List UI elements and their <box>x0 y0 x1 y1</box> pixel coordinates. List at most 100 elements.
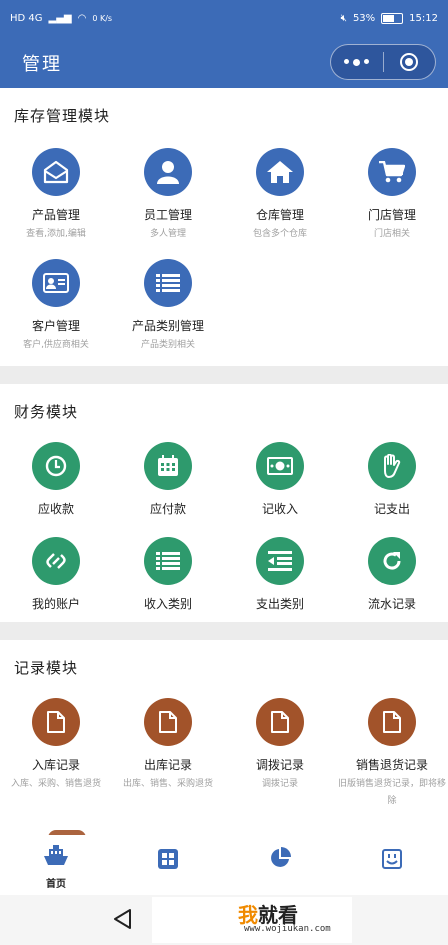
module-label: 销售退货记录 <box>355 758 428 772</box>
battery-percent: 53% <box>352 12 376 24</box>
module-record-income[interactable]: 记收入 <box>224 442 336 537</box>
tab-home[interactable]: 首页 <box>0 835 112 895</box>
module-label: 应收款 <box>37 502 74 516</box>
module-label: 应付款 <box>149 502 186 516</box>
module-label: 入库记录 <box>31 758 80 772</box>
module-label: 记收入 <box>261 502 298 516</box>
back-triangle-icon[interactable] <box>112 908 134 934</box>
list-icon <box>144 259 192 307</box>
module-label: 我的账户 <box>31 597 80 611</box>
section-divider <box>0 366 448 384</box>
module-label: 流水记录 <box>367 597 416 611</box>
module-warehouse-management[interactable]: 仓库管理 包含多个仓库 <box>224 148 336 243</box>
contact-card-icon <box>32 259 80 307</box>
module-category-management[interactable]: 产品类别管理 产品类别相关 <box>112 259 224 354</box>
module-label: 出库记录 <box>143 758 192 772</box>
file-icon <box>256 698 304 746</box>
mini-program-capsule <box>330 44 436 80</box>
mute-icon: 🔇︎ <box>340 12 347 24</box>
module-expense-category[interactable]: 支出类别 <box>224 537 336 632</box>
target-icon <box>400 53 419 71</box>
file-icon <box>368 698 416 746</box>
battery-icon <box>381 12 404 24</box>
module-transfer-records[interactable]: 调拨记录 调拨记录 <box>224 698 336 793</box>
money-icon <box>256 442 304 490</box>
ship-icon <box>44 845 68 871</box>
speed-indicator: 0 K/s <box>92 13 113 23</box>
envelope-open-icon <box>32 148 80 196</box>
module-staff-management[interactable]: 员工管理 多人管理 <box>112 148 224 243</box>
module-payable[interactable]: 应付款 <box>112 442 224 537</box>
module-label: 记支出 <box>373 502 410 516</box>
section-divider <box>0 622 448 640</box>
hand-icon <box>368 442 416 490</box>
nav-bar: 管理 <box>0 36 448 88</box>
tab-apps[interactable] <box>112 835 224 895</box>
user-icon <box>144 148 192 196</box>
clock-time: 15:12 <box>409 12 438 24</box>
module-outbound-records[interactable]: 出库记录 出库、销售、采购退货 <box>112 698 224 793</box>
module-income-category[interactable]: 收入类别 <box>112 537 224 632</box>
apps-icon <box>158 849 178 873</box>
watermark-url: www.wojiukan.com <box>244 924 331 934</box>
file-icon <box>32 698 80 746</box>
calendar-icon <box>144 442 192 490</box>
section-title: 记录模块 <box>14 659 79 677</box>
module-subtitle: 查看,添加,编辑 <box>26 229 86 239</box>
module-subtitle: 门店相关 <box>373 229 410 239</box>
finance-section: 财务模块 应收款 应付款 记收入 记支出 我的账户 收入类别 支出类别 流水记录 <box>0 384 448 622</box>
module-inbound-records[interactable]: 入库记录 入库、采购、销售退货 <box>0 698 112 793</box>
module-transaction-records[interactable]: 流水记录 <box>336 537 448 632</box>
tab-bar: 首页 <box>0 835 448 895</box>
system-nav-bar: 我就看 www.wojiukan.com <box>0 895 448 945</box>
outdent-icon <box>256 537 304 585</box>
tab-profile[interactable] <box>336 835 448 895</box>
inventory-section: 库存管理模块 产品管理 查看,添加,编辑 员工管理 多人管理 仓库管理 包含多个… <box>0 88 448 366</box>
close-miniapp-button[interactable] <box>384 45 436 79</box>
watermark: 我就看 www.wojiukan.com <box>152 897 352 943</box>
wifi-icon: ◠ <box>77 12 87 24</box>
module-label: 收入类别 <box>143 597 192 611</box>
module-label: 仓库管理 <box>255 208 304 222</box>
module-subtitle: 出库、销售、采购退货 <box>122 779 213 789</box>
link-icon <box>32 537 80 585</box>
pie-chart-icon <box>269 847 291 873</box>
records-section: 记录模块 入库记录 入库、采购、销售退货 出库记录 出库、销售、采购退货 调拨记… <box>0 640 448 835</box>
module-label: 产品管理 <box>31 208 80 222</box>
module-subtitle: 旧版销售退货记录，即将移除 <box>338 779 447 806</box>
tab-statistics[interactable] <box>224 835 336 895</box>
module-label: 调拨记录 <box>255 758 304 772</box>
module-customer-management[interactable]: 客户管理 客户,供应商相关 <box>0 259 112 354</box>
module-sales-return-records[interactable]: 销售退货记录 旧版销售退货记录，即将移除 <box>336 698 448 806</box>
section-title: 库存管理模块 <box>14 107 111 125</box>
module-label: 门店管理 <box>367 208 416 222</box>
module-subtitle: 调拨记录 <box>261 779 298 789</box>
module-subtitle: 客户,供应商相关 <box>23 340 89 350</box>
smile-box-icon <box>382 849 402 873</box>
file-icon <box>144 698 192 746</box>
list-icon <box>144 537 192 585</box>
module-subtitle: 包含多个仓库 <box>252 229 307 239</box>
module-subtitle: 入库、采购、销售退货 <box>10 779 101 789</box>
module-subtitle: 产品类别相关 <box>140 340 195 350</box>
clock-icon <box>32 442 80 490</box>
module-label: 产品类别管理 <box>131 319 204 333</box>
module-label: 客户管理 <box>31 319 80 333</box>
module-label: 员工管理 <box>143 208 192 222</box>
refresh-icon <box>368 537 416 585</box>
tab-label: 首页 <box>46 879 66 890</box>
module-record-expense[interactable]: 记支出 <box>336 442 448 537</box>
more-button[interactable] <box>331 45 383 79</box>
home-icon <box>256 148 304 196</box>
signal-icon: ▂▄▆ <box>48 12 72 24</box>
module-subtitle: 多人管理 <box>149 229 186 239</box>
module-store-management[interactable]: 门店管理 门店相关 <box>336 148 448 243</box>
status-bar: HD 4G ▂▄▆ ◠ 0 K/s 🔇︎ 53% 15:12 <box>0 0 448 36</box>
module-product-management[interactable]: 产品管理 查看,添加,编辑 <box>0 148 112 243</box>
module-receivable[interactable]: 应收款 <box>0 442 112 537</box>
module-label: 支出类别 <box>255 597 304 611</box>
more-dots-icon <box>344 58 370 66</box>
module-my-accounts[interactable]: 我的账户 <box>0 537 112 632</box>
cart-icon <box>368 148 416 196</box>
network-indicator: HD 4G <box>10 12 43 24</box>
